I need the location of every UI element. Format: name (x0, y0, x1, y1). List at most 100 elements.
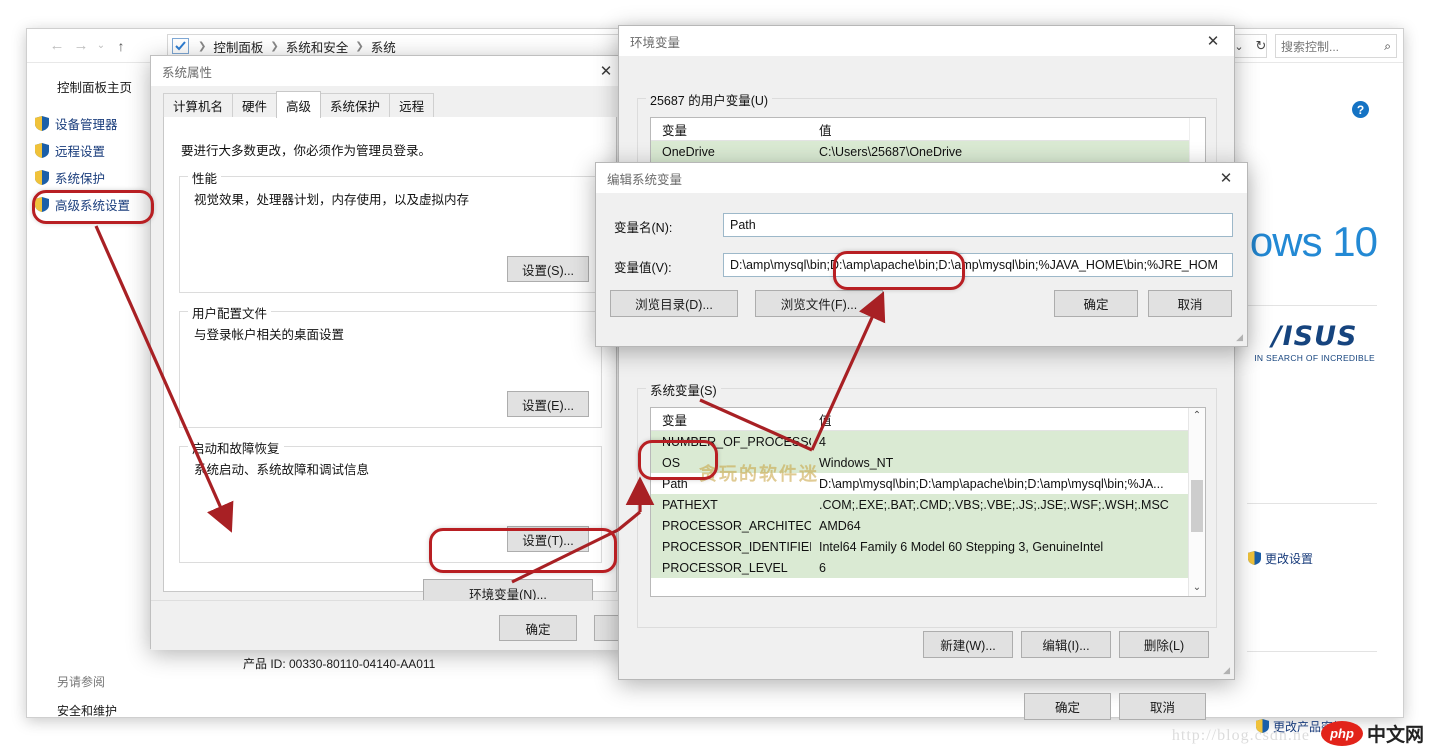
divider (1247, 305, 1377, 306)
close-icon[interactable]: ✕ (1192, 26, 1234, 56)
user-profiles-group: 用户配置文件 与登录帐户相关的桌面设置 设置(E)... (179, 303, 602, 428)
new-variable-button[interactable]: 新建(W)... (923, 631, 1013, 658)
browse-file-button[interactable]: 浏览文件(F)... (755, 290, 883, 317)
divider (1247, 651, 1377, 652)
cancel-button[interactable]: 取消 (1119, 693, 1206, 720)
row-variable-name: Path (662, 476, 688, 491)
environment-variables-dialog: 环境变量 ✕ 25687 的用户变量(U) 变量 值 OneDrive C:\U… (618, 25, 1235, 720)
edit-variable-footer: 确定 取消 (1054, 290, 1232, 317)
sidebar-item-system-protection[interactable]: 系统保护 (27, 164, 157, 191)
back-icon: ← (49, 37, 65, 54)
system-table-scrollbar[interactable]: ⌃ ⌄ (1188, 408, 1205, 596)
row-variable-name: OS (662, 455, 681, 470)
table-row[interactable]: OS Windows_NT (651, 452, 1205, 473)
scroll-up-icon[interactable]: ⌃ (1193, 408, 1201, 424)
ok-button[interactable]: 确定 (1024, 693, 1111, 720)
variable-value-input[interactable]: D:\amp\mysql\bin;D:\amp\apache\bin;D:\am… (723, 253, 1233, 277)
search-placeholder: 搜索控制... (1281, 39, 1340, 54)
change-settings-label: 更改设置 (1264, 552, 1313, 566)
search-input[interactable]: 搜索控制... ⌕ (1275, 34, 1397, 58)
sidebar-item-label: 高级系统设置 (55, 199, 131, 213)
edit-system-variable-dialog: 编辑系统变量 ✕ 变量名(N): Path 变量值(V): D:\amp\mys… (595, 162, 1248, 347)
shield-icon (35, 143, 49, 158)
scroll-down-icon[interactable]: ⌄ (1193, 580, 1201, 596)
scrollbar-thumb[interactable] (1191, 480, 1203, 532)
environment-variables-body: 25687 的用户变量(U) 变量 值 OneDrive C:\Users\25… (619, 56, 1234, 720)
performance-settings-button[interactable]: 设置(S)... (507, 256, 589, 282)
change-settings-link[interactable]: 更改设置 (1247, 550, 1313, 567)
edit-variable-button[interactable]: 编辑(I)... (1021, 631, 1111, 658)
refresh-icon[interactable]: ↻ (1253, 38, 1269, 54)
see-also-title: 另请参阅 (57, 675, 106, 689)
sidebar-item-advanced-system-settings[interactable]: 高级系统设置 (27, 191, 157, 218)
asus-wordmark: /ISUS (1271, 321, 1358, 352)
row-variable-value: 4 (819, 434, 826, 449)
row-variable-name: PROCESSOR_LEVEL (662, 560, 788, 575)
user-profiles-settings-button[interactable]: 设置(E)... (507, 391, 589, 417)
sidebar-item-remote-settings[interactable]: 远程设置 (27, 137, 157, 164)
table-row-selected[interactable]: Path D:\amp\mysql\bin;D:\amp\apache\bin;… (651, 473, 1205, 494)
row-variable-value: AMD64 (819, 518, 861, 533)
breadcrumb-item-1[interactable]: 系统和安全 (284, 37, 351, 56)
breadcrumb-item-2[interactable]: 系统 (369, 37, 398, 56)
row-variable-value: .COM;.EXE;.BAT;.CMD;.VBS;.VBE;.JS;.JSE;.… (819, 497, 1169, 512)
tab-system-protection[interactable]: 系统保护 (320, 93, 391, 117)
cancel-button[interactable]: 取消 (1148, 290, 1232, 317)
sidebar-item-label: 设备管理器 (55, 118, 118, 132)
breadcrumb-sep: ❯ (270, 40, 279, 52)
ok-button[interactable]: 确定 (1054, 290, 1138, 317)
system-variables-table[interactable]: 变量 值 NUMBER_OF_PROCESSORS 4 OS Windows_N… (650, 407, 1206, 597)
resize-grip-icon[interactable]: ◢ (1223, 665, 1230, 676)
browse-directory-button[interactable]: 浏览目录(D)... (610, 290, 738, 317)
edit-variable-titlebar: 编辑系统变量 ✕ (596, 163, 1247, 193)
user-profiles-group-label: 用户配置文件 (188, 303, 272, 322)
startup-recovery-settings-button[interactable]: 设置(T)... (507, 526, 589, 552)
control-panel-icon (172, 38, 189, 54)
see-also-link-security[interactable]: 安全和维护 (57, 702, 117, 719)
tab-computer-name[interactable]: 计算机名 (163, 93, 234, 117)
sidebar-item-label: 远程设置 (55, 145, 106, 159)
recent-locations-button[interactable]: ⌄ (93, 34, 109, 58)
table-row[interactable]: PROCESSOR_ARCHITECT... AMD64 (651, 515, 1205, 536)
php-cn-text: 中文网 (1366, 724, 1424, 746)
up-button[interactable]: ↑ (109, 34, 133, 58)
forward-icon: → (73, 37, 89, 54)
tab-label: 硬件 (242, 100, 268, 114)
table-row[interactable]: PROCESSOR_IDENTIFIER Intel64 Family 6 Mo… (651, 536, 1205, 557)
sidebar-item-label: 系统保护 (55, 172, 106, 186)
delete-variable-button[interactable]: 删除(L) (1119, 631, 1209, 658)
variable-value-label: 变量值(V): (614, 261, 672, 275)
close-icon[interactable]: ✕ (1205, 163, 1247, 193)
column-header-value: 值 (819, 123, 832, 138)
back-button[interactable]: ← (45, 34, 69, 58)
sidebar-item-device-manager[interactable]: 设备管理器 (27, 110, 157, 137)
table-row[interactable]: NUMBER_OF_PROCESSORS 4 (651, 431, 1205, 452)
asus-logo: /ISUS IN SEARCH OF INCREDIBLE (1254, 321, 1375, 363)
forward-button[interactable]: → (69, 34, 93, 58)
environment-variables-footer: 确定 取消 (1024, 693, 1206, 720)
table-row[interactable]: OneDrive C:\Users\25687\OneDrive (651, 141, 1205, 162)
table-row[interactable]: PATHEXT .COM;.EXE;.BAT;.CMD;.VBS;.VBE;.J… (651, 494, 1205, 515)
column-header-variable: 变量 (662, 413, 688, 428)
tab-advanced[interactable]: 高级 (276, 91, 322, 118)
system-variables-buttons: 新建(W)... 编辑(I)... 删除(L) (923, 631, 1209, 658)
system-variables-group-label: 系统变量(S) (646, 380, 721, 399)
tab-label: 远程 (399, 100, 425, 114)
breadcrumb-item-0[interactable]: 控制面板 (211, 37, 265, 56)
variable-name-input[interactable]: Path (723, 213, 1233, 237)
system-properties-dialog: 系统属性 ✕ 计算机名 硬件 高级 系统保护 远程 要进行大多数更改，你必须作为… (150, 55, 767, 650)
sidebar-home-link[interactable]: 控制面板主页 (27, 77, 157, 96)
table-row[interactable]: PROCESSOR_LEVEL 6 (651, 557, 1205, 578)
php-bubble-icon: php (1320, 721, 1363, 746)
asus-tagline: IN SEARCH OF INCREDIBLE (1254, 353, 1375, 363)
ok-button[interactable]: 确定 (499, 615, 577, 641)
row-variable-name: PROCESSOR_ARCHITECT... (662, 518, 811, 533)
blog-watermark: http://blog.csdn.ne (1171, 727, 1310, 744)
tab-label: 高级 (286, 99, 312, 114)
resize-grip-icon[interactable]: ◢ (1236, 332, 1243, 343)
help-icon[interactable]: ? (1352, 101, 1369, 118)
tab-remote[interactable]: 远程 (389, 93, 435, 117)
arrow-up-icon: ↑ (117, 37, 125, 54)
system-properties-tabstrip: 计算机名 硬件 高级 系统保护 远程 (163, 91, 615, 118)
tab-hardware[interactable]: 硬件 (232, 93, 278, 117)
